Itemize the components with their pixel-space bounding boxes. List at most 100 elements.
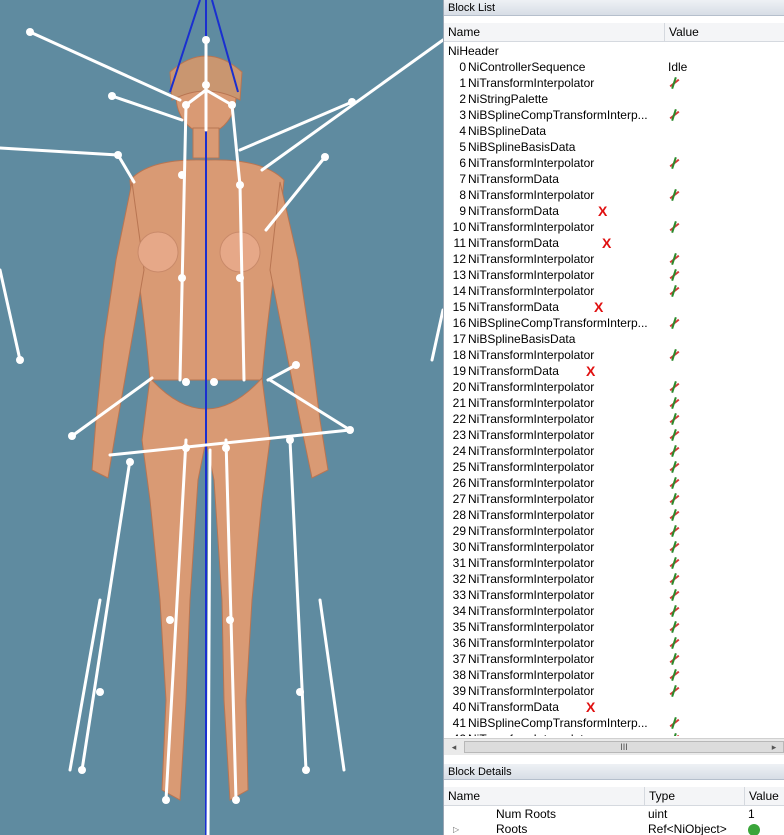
tree-row-5[interactable]: 5 NiBSplineBasisData [444,139,784,155]
tree-row-20[interactable]: 20 NiTransformInterpolator [444,379,784,395]
link-icon[interactable] [668,669,680,681]
block-list-tree[interactable]: NiHeader 0 NiControllerSequence Idle 1 NiTra… [444,43,784,736]
tree-row-14[interactable]: 14 NiTransformInterpolator [444,283,784,299]
tree-row-41[interactable]: 41 NiBSplineCompTransformInterp... [444,715,784,731]
tree-row-7[interactable]: 7 NiTransformData [444,171,784,187]
link-icon[interactable] [668,653,680,665]
tree-row-32[interactable]: 32 NiTransformInterpolator [444,571,784,587]
block-details-tree[interactable]: Num Roots uint 1 ▷ Roots Ref<NiObject> [444,807,784,835]
tree-row-26[interactable]: 26 NiTransformInterpolator [444,475,784,491]
link-icon[interactable] [668,381,680,393]
link-icon[interactable] [668,253,680,265]
tree-row-24[interactable]: 24 NiTransformInterpolator [444,443,784,459]
tree-row-30[interactable]: 30 NiTransformInterpolator [444,539,784,555]
tree-row-8[interactable]: 8 NiTransformInterpolator [444,187,784,203]
row-name: NiBSplineCompTransformInterp... [468,716,648,730]
tree-row-15[interactable]: 15 NiTransformData X [444,299,784,315]
link-icon[interactable] [668,493,680,505]
row-name: NiStringPalette [468,92,549,106]
link-icon[interactable] [668,509,680,521]
details-row[interactable]: ▷ Roots Ref<NiObject> [444,822,784,835]
details-column-name[interactable]: Name [444,787,644,806]
tree-row-3[interactable]: 3 NiBSplineCompTransformInterp... [444,107,784,123]
link-icon[interactable] [668,605,680,617]
details-column-value[interactable]: Value [744,787,784,806]
tree-row-13[interactable]: 13 NiTransformInterpolator [444,267,784,283]
tree-row-17[interactable]: 17 NiBSplineBasisData [444,331,784,347]
tree-row-6[interactable]: 6 NiTransformInterpolator [444,155,784,171]
tree-row-2[interactable]: 2 NiStringPalette [444,91,784,107]
link-icon[interactable] [668,621,680,633]
link-icon[interactable] [668,397,680,409]
tree-row-33[interactable]: 33 NiTransformInterpolator [444,587,784,603]
tree-row-9[interactable]: 9 NiTransformData X [444,203,784,219]
scroll-thumb[interactable]: III [464,741,784,753]
tree-row-27[interactable]: 27 NiTransformInterpolator [444,491,784,507]
link-icon[interactable] [668,77,680,89]
tree-row-11[interactable]: 11 NiTransformData X [444,235,784,251]
render-viewport[interactable] [0,0,443,835]
horizontal-scrollbar[interactable]: ◂ III ▸ [444,738,784,755]
link-icon[interactable] [668,221,680,233]
tree-row-16[interactable]: 16 NiBSplineCompTransformInterp... [444,315,784,331]
link-icon[interactable] [668,717,680,729]
link-icon[interactable] [668,445,680,457]
details-type: uint [648,807,668,821]
tree-row-31[interactable]: 31 NiTransformInterpolator [444,555,784,571]
link-icon[interactable] [668,685,680,697]
link-icon[interactable] [668,573,680,585]
tree-row-38[interactable]: 38 NiTransformInterpolator [444,667,784,683]
tree-row-19[interactable]: 19 NiTransformData X [444,363,784,379]
tree-row-21[interactable]: 21 NiTransformInterpolator [444,395,784,411]
link-icon[interactable] [668,157,680,169]
link-icon[interactable] [668,541,680,553]
link-icon[interactable] [668,589,680,601]
row-name: NiTransformData [468,364,559,378]
tree-row-35[interactable]: 35 NiTransformInterpolator [444,619,784,635]
tree-row-25[interactable]: 25 NiTransformInterpolator [444,459,784,475]
tree-row-12[interactable]: 12 NiTransformInterpolator [444,251,784,267]
row-index: 30 [452,540,466,554]
row-name: NiTransformInterpolator [468,620,595,634]
link-icon[interactable] [668,637,680,649]
tree-row-niheader[interactable]: NiHeader [444,43,784,59]
row-index: 37 [452,652,466,666]
tree-row-23[interactable]: 23 NiTransformInterpolator [444,427,784,443]
details-column-type[interactable]: Type [644,787,744,806]
column-header-value[interactable]: Value [664,23,784,42]
tree-row-36[interactable]: 36 NiTransformInterpolator [444,635,784,651]
tree-row-4[interactable]: 4 NiBSplineData [444,123,784,139]
scroll-left-arrow[interactable]: ◂ [446,740,462,754]
link-icon[interactable] [668,269,680,281]
column-header-name[interactable]: Name [444,23,664,42]
tree-row-40[interactable]: 40 NiTransformData X [444,699,784,715]
tree-row-28[interactable]: 28 NiTransformInterpolator [444,507,784,523]
tree-row-0[interactable]: 0 NiControllerSequence Idle [444,59,784,75]
row-name: NiBSplineBasisData [468,332,576,346]
link-icon[interactable] [668,557,680,569]
scroll-right-arrow[interactable]: ▸ [766,740,782,754]
link-icon[interactable] [668,733,680,736]
ref-link-icon[interactable] [748,824,760,835]
link-icon[interactable] [668,285,680,297]
tree-row-22[interactable]: 22 NiTransformInterpolator [444,411,784,427]
link-icon[interactable] [668,429,680,441]
tree-row-42[interactable]: 42NiTransformInterpolator [444,731,784,736]
link-icon[interactable] [668,525,680,537]
expander-icon[interactable]: ▷ [453,822,459,835]
details-row[interactable]: Num Roots uint 1 [444,807,784,822]
tree-row-34[interactable]: 34 NiTransformInterpolator [444,603,784,619]
link-icon[interactable] [668,109,680,121]
tree-row-29[interactable]: 29 NiTransformInterpolator [444,523,784,539]
tree-row-39[interactable]: 39 NiTransformInterpolator [444,683,784,699]
link-icon[interactable] [668,349,680,361]
tree-row-37[interactable]: 37 NiTransformInterpolator [444,651,784,667]
link-icon[interactable] [668,317,680,329]
link-icon[interactable] [668,189,680,201]
tree-row-1[interactable]: 1 NiTransformInterpolator [444,75,784,91]
tree-row-10[interactable]: 10 NiTransformInterpolator [444,219,784,235]
link-icon[interactable] [668,413,680,425]
link-icon[interactable] [668,477,680,489]
link-icon[interactable] [668,461,680,473]
tree-row-18[interactable]: 18 NiTransformInterpolator [444,347,784,363]
